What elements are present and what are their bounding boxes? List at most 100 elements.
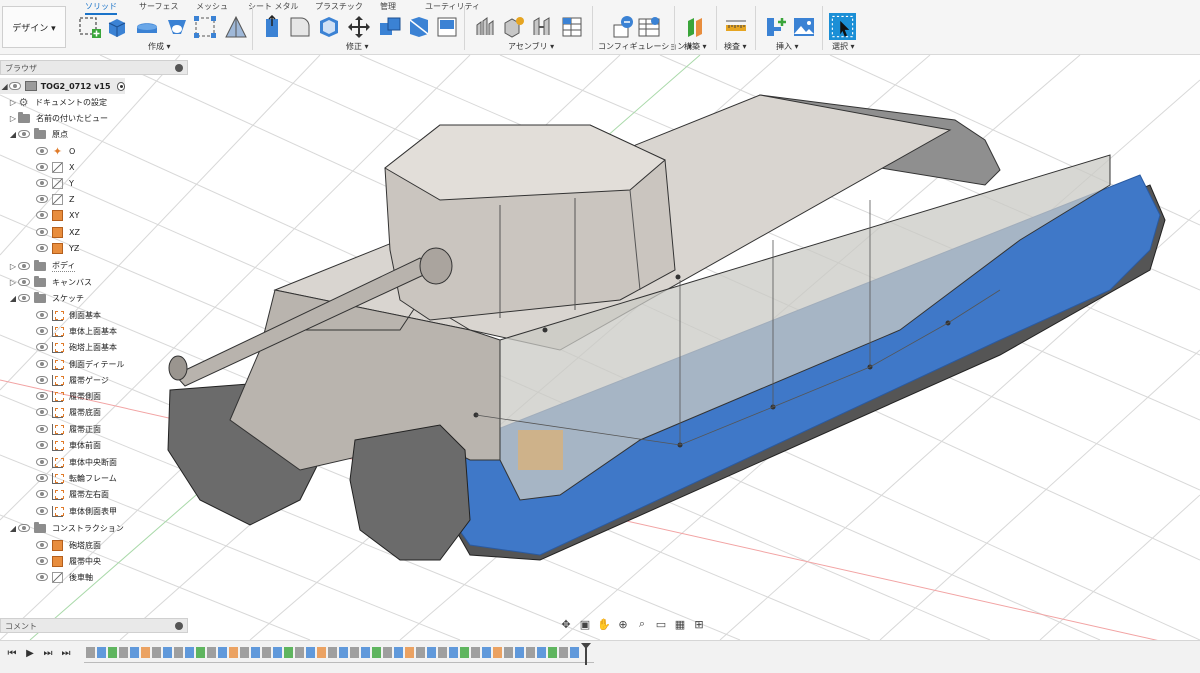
timeline-feature-icon[interactable] [526,647,535,658]
timeline-feature-icon[interactable] [328,647,337,658]
select-group-label[interactable]: 選択 ▾ [832,41,855,52]
tree-item-z-axis[interactable]: Z [36,191,74,207]
tree-item-canvases[interactable]: ▷ キャンバス [8,274,92,290]
timeline-feature-icon[interactable] [383,647,392,658]
visibility-eye-icon[interactable] [36,392,48,400]
visibility-eye-icon[interactable] [36,573,48,581]
visibility-eye-icon[interactable] [36,195,48,203]
timeline-feature-icon[interactable] [548,647,557,658]
go-to-start-icon[interactable]: ⏮ [6,648,18,660]
tree-item-x-axis[interactable]: X [36,159,74,175]
visibility-eye-icon[interactable] [36,458,48,466]
sweep-icon[interactable] [165,15,189,39]
visibility-eye-icon[interactable] [36,228,48,236]
offset-plane-icon[interactable] [684,15,708,39]
tree-item-construction-plane[interactable]: 履帯中央 [36,553,101,569]
browser-panel-header[interactable]: ブラウザ [0,60,188,75]
look-at-icon[interactable]: ▣ [577,617,593,631]
timeline-feature-icon[interactable] [471,647,480,658]
new-component-icon[interactable] [474,15,498,39]
configure-table-icon[interactable] [637,15,661,39]
select-icon[interactable] [829,13,856,40]
joint-icon[interactable] [502,15,526,39]
timeline-feature-icon[interactable] [163,647,172,658]
visibility-eye-icon[interactable] [18,294,30,302]
timeline-feature-icon[interactable] [306,647,315,658]
tree-item-construction[interactable]: ◢ コンストラクション [8,520,124,536]
design-viewport[interactable] [0,55,1200,640]
timeline-feature-icon[interactable] [460,647,469,658]
timeline-feature-icon[interactable] [515,647,524,658]
collapse-arrow-icon[interactable]: ◢ [8,294,18,303]
zoom-window-icon[interactable]: ⊕ [615,617,631,631]
visibility-eye-icon[interactable] [18,262,30,270]
fit-zoom-icon[interactable]: ⌕ [634,617,650,631]
combine-icon[interactable] [378,15,402,39]
rib-icon[interactable] [224,15,248,39]
display-settings-icon[interactable]: ▭ [653,617,669,631]
play-icon[interactable]: ▶ [24,648,36,660]
activate-radio-icon[interactable] [116,81,125,91]
visibility-eye-icon[interactable] [36,425,48,433]
visibility-eye-icon[interactable] [36,211,48,219]
tree-item-sketch[interactable]: 車体側面表甲 [36,503,117,519]
go-to-end-icon[interactable]: ⏭ [60,648,72,660]
timeline-feature-icon[interactable] [207,647,216,658]
table-icon[interactable] [560,15,584,39]
tab-mesh[interactable]: メッシュ [196,1,228,12]
revolve-icon[interactable] [135,15,159,39]
visibility-eye-icon[interactable] [36,376,48,384]
visibility-eye-icon[interactable] [36,441,48,449]
create-group-label[interactable]: 作成 ▾ [148,41,171,52]
tree-item-sketch[interactable]: 側面ディテール [36,356,124,372]
timeline-feature-icon[interactable] [119,647,128,658]
visibility-eye-icon[interactable] [18,278,30,286]
timeline-feature-icon[interactable] [427,647,436,658]
tree-item-yz-plane[interactable]: YZ [36,240,79,256]
tree-item-origin[interactable]: ◢ 原点 [8,126,68,142]
timeline-feature-icon[interactable] [273,647,282,658]
extrude-icon[interactable] [105,15,129,39]
timeline-feature-icon[interactable] [108,647,117,658]
inspect-group-label[interactable]: 検査 ▾ [724,41,747,52]
tree-item-xz-plane[interactable]: XZ [36,224,80,240]
tree-item-sketch[interactable]: 履帯ゲージ [36,372,109,388]
tab-manage[interactable]: 管理 [380,1,396,12]
move-icon[interactable] [347,15,371,39]
tab-utilities[interactable]: ユーティリティ [425,1,480,12]
fillet-icon[interactable] [288,15,312,39]
collapse-arrow-icon[interactable]: ◢ [0,82,9,91]
timeline-feature-icon[interactable] [229,647,238,658]
tab-plastic[interactable]: プラスチック [315,1,363,12]
workspace-dropdown[interactable]: デザイン ▾ [2,6,66,48]
visibility-eye-icon[interactable] [18,524,30,532]
timeline-feature-icon[interactable] [86,647,95,658]
orbit-icon[interactable]: ✥ [558,617,574,631]
tree-item-sketches[interactable]: ◢ スケッチ [8,290,84,306]
pan-hand-icon[interactable]: ✋ [596,617,612,631]
timeline-feature-icon[interactable] [559,647,568,658]
scale-icon[interactable] [435,15,459,39]
timeline-feature-icon[interactable] [416,647,425,658]
tree-item-sketch[interactable]: 履帯底面 [36,404,101,420]
tab-solid[interactable]: ソリッド [85,1,117,15]
comments-panel-header[interactable]: コメント [0,618,188,633]
visibility-eye-icon[interactable] [36,507,48,515]
timeline-feature-icon[interactable] [317,647,326,658]
insert-group-label[interactable]: 挿入 ▾ [776,41,799,52]
expand-arrow-icon[interactable]: ▷ [8,114,18,123]
insert-image-icon[interactable] [792,15,816,39]
tree-item-sketch[interactable]: 履帯左右面 [36,486,109,502]
configure-group-label[interactable]: コンフィギュレーション ▾ [598,41,692,52]
expand-arrow-icon[interactable]: ▷ [8,98,18,107]
assemble-group-label[interactable]: アセンブリ ▾ [508,41,554,52]
visibility-eye-icon[interactable] [36,179,48,187]
timeline-feature-icon[interactable] [240,647,249,658]
modify-group-label[interactable]: 修正 ▾ [346,41,369,52]
tree-item-y-axis[interactable]: Y [36,175,74,191]
timeline-feature-icon[interactable] [493,647,502,658]
timeline-feature-icon[interactable] [218,647,227,658]
timeline-feature-icon[interactable] [152,647,161,658]
timeline-feature-icon[interactable] [350,647,359,658]
construct-group-label[interactable]: 構築 ▾ [684,41,707,52]
